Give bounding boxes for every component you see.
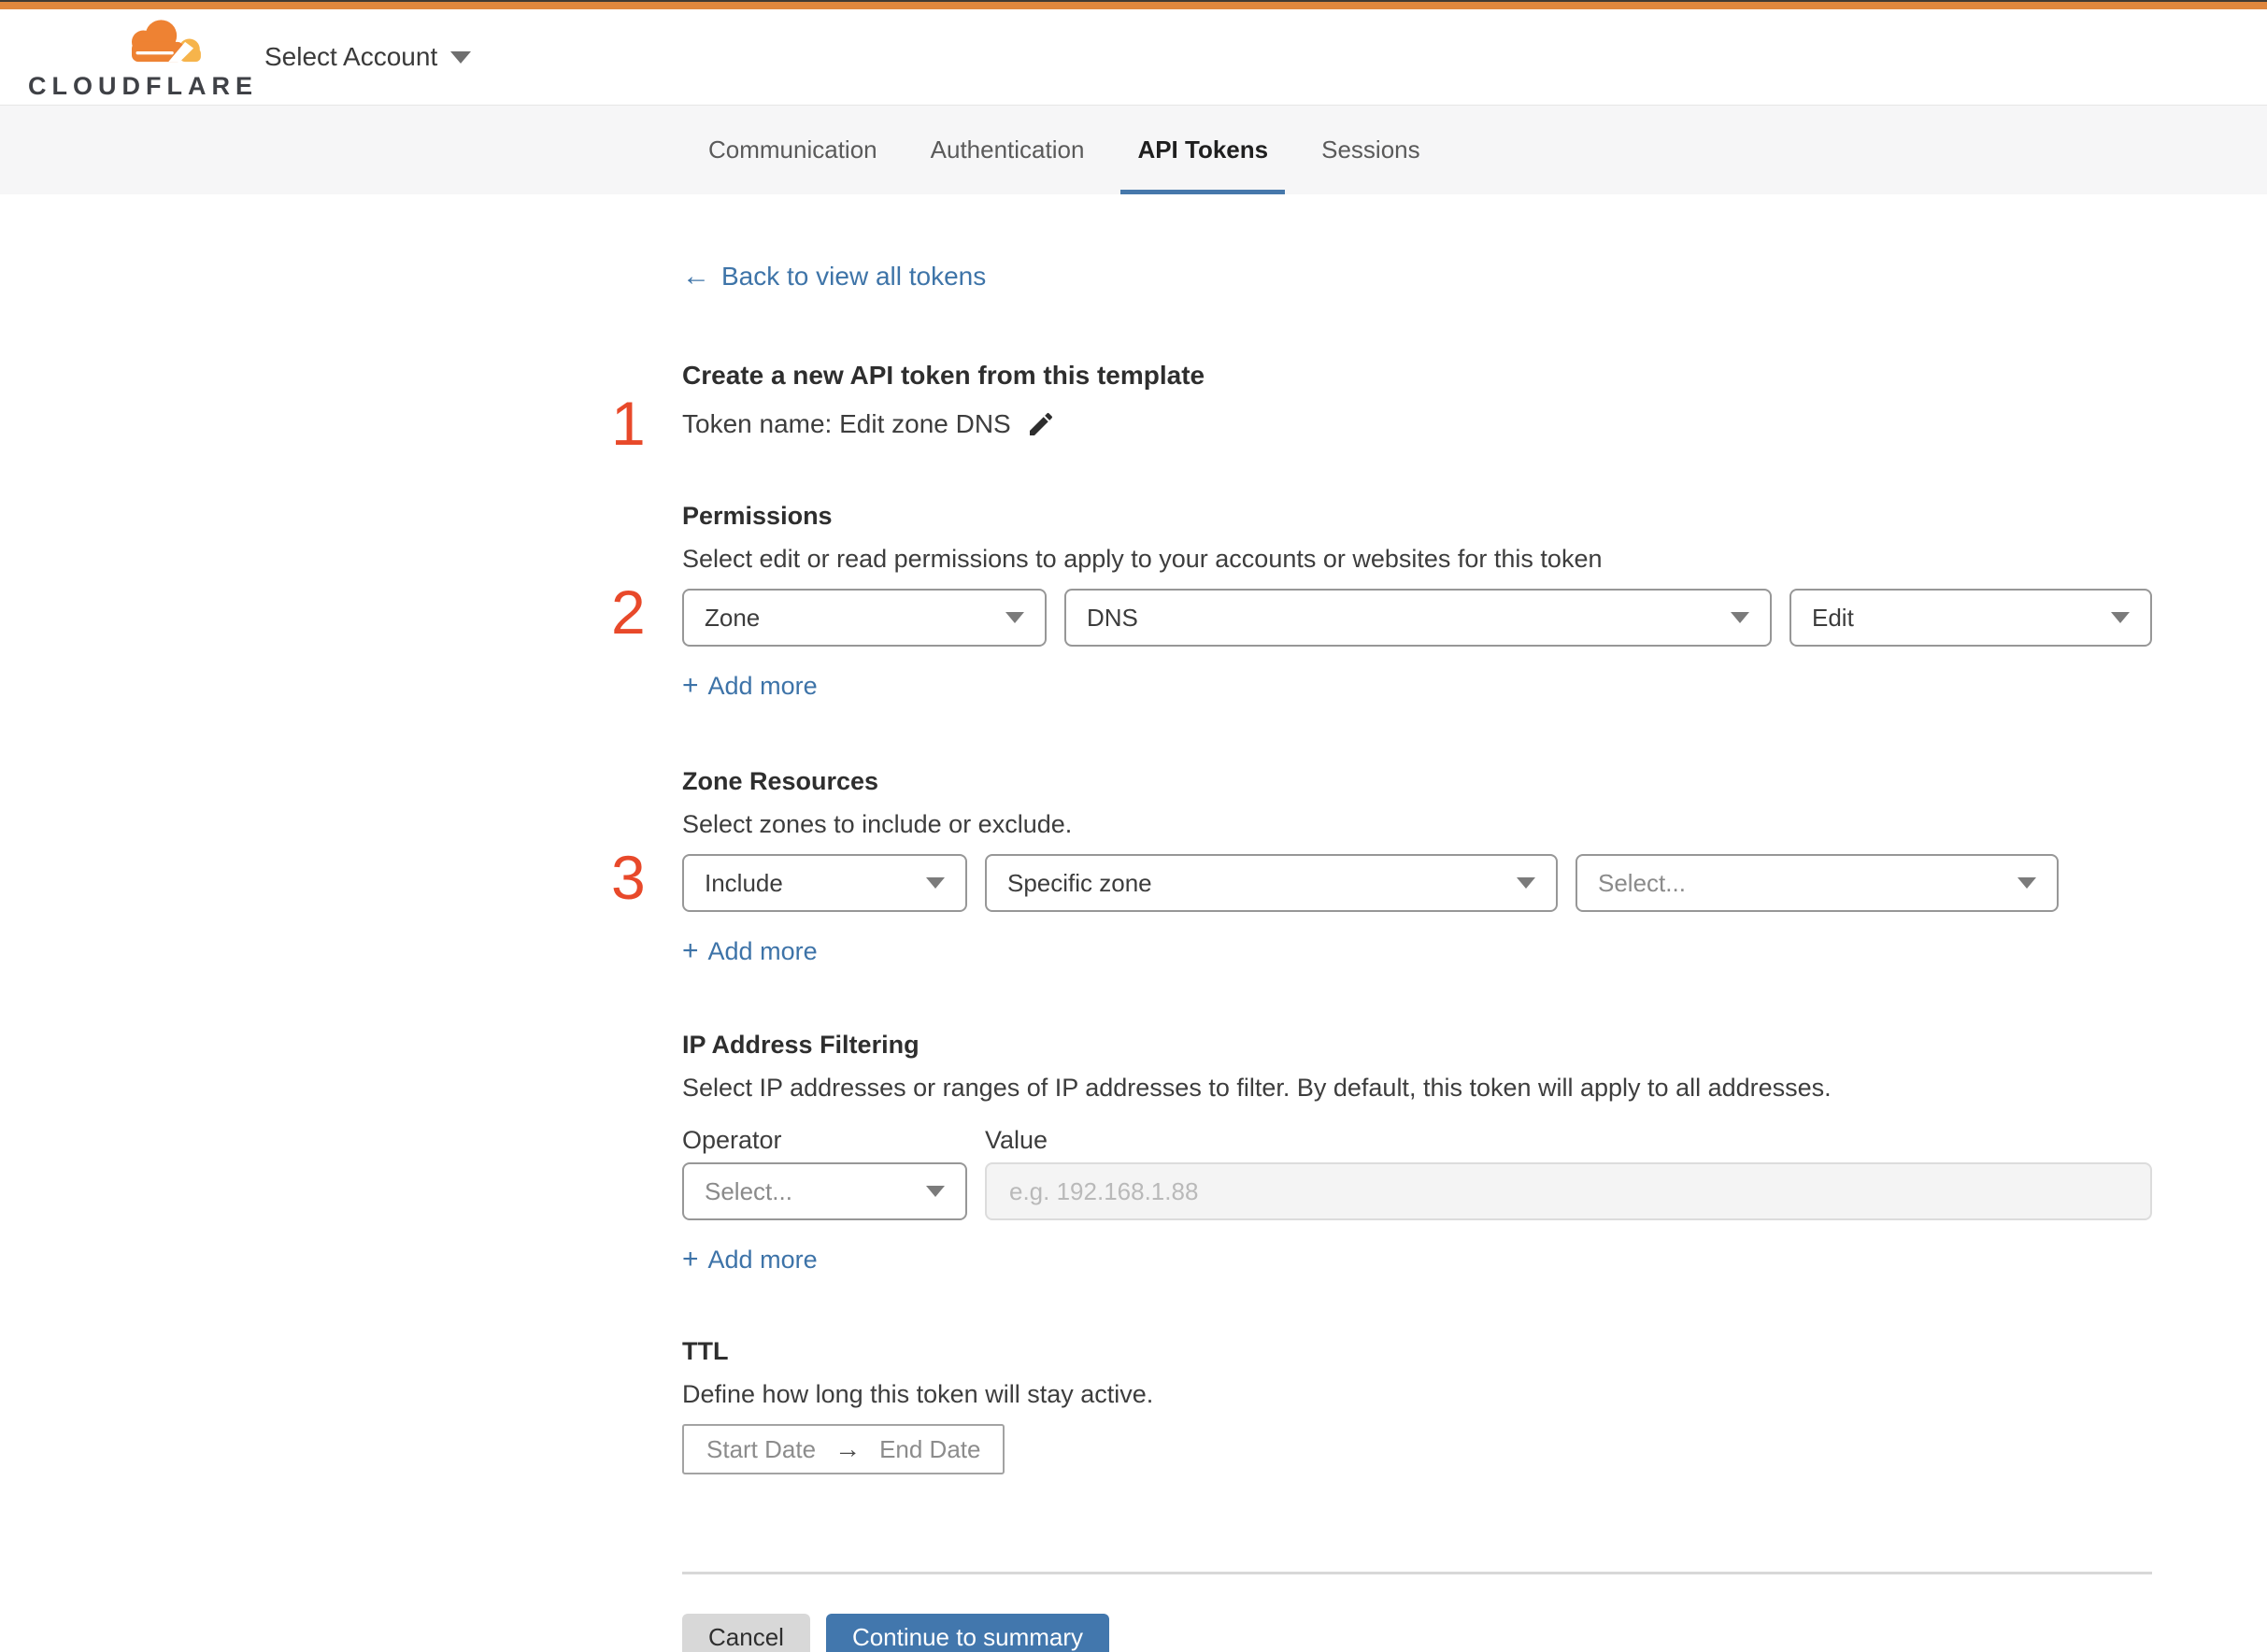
ip-filtering-labels: Operator Value bbox=[682, 1123, 2152, 1157]
cloudflare-cloud-icon bbox=[106, 17, 210, 74]
ttl-section: TTL Define how long this token will stay… bbox=[682, 1332, 2152, 1474]
app-header: CLOUDFLARE Select Account bbox=[0, 9, 2267, 106]
profile-tab-bar: Communication Authentication API Tokens … bbox=[0, 106, 2267, 194]
plus-icon: + bbox=[682, 935, 699, 966]
footer-actions: Cancel Continue to summary bbox=[682, 1614, 2152, 1652]
chevron-down-icon bbox=[1731, 612, 1749, 623]
chevron-down-icon bbox=[926, 1186, 945, 1197]
left-arrow-icon: ← bbox=[682, 261, 710, 292]
operator-label: Operator bbox=[682, 1126, 782, 1154]
permissions-heading: Permissions bbox=[682, 502, 833, 530]
ip-filtering-section: IP Address Filtering Select IP addresses… bbox=[682, 1026, 2152, 1278]
edit-token-name-button[interactable] bbox=[1026, 409, 1056, 439]
ttl-description: Define how long this token will stay act… bbox=[682, 1380, 1154, 1408]
token-name-text: Token name: Edit zone DNS bbox=[682, 409, 1011, 438]
chevron-down-icon bbox=[450, 50, 472, 64]
step-1-marker: 1 bbox=[611, 389, 646, 458]
permissions-row: 2 Zone DNS Edit bbox=[611, 581, 2152, 647]
tab-sessions[interactable]: Sessions bbox=[1321, 106, 1420, 194]
ip-filtering-row: Select... bbox=[682, 1162, 2152, 1220]
zone-resources-description: Select zones to include or exclude. bbox=[682, 810, 1073, 838]
ip-filtering-add-more-link[interactable]: + Add more bbox=[682, 1241, 818, 1278]
ip-value-input[interactable] bbox=[985, 1162, 2152, 1220]
token-name-row: 1 Token name: Edit zone DNS bbox=[611, 392, 2152, 454]
tab-api-tokens[interactable]: API Tokens bbox=[1120, 106, 1285, 194]
zone-picker-value: Select... bbox=[1598, 868, 1686, 897]
cloudflare-logo: CLOUDFLARE bbox=[28, 17, 252, 98]
add-more-label: Add more bbox=[707, 1246, 818, 1274]
ttl-date-range-picker[interactable]: Start Date → End Date bbox=[682, 1424, 1005, 1474]
step-2-marker: 2 bbox=[611, 577, 646, 647]
ttl-heading: TTL bbox=[682, 1337, 729, 1365]
zone-resources-add-more-link[interactable]: + Add more bbox=[682, 933, 818, 970]
footer-divider bbox=[682, 1572, 2152, 1574]
value-label: Value bbox=[985, 1126, 1048, 1154]
chevron-down-icon bbox=[2017, 877, 2036, 889]
chevron-down-icon bbox=[1005, 612, 1024, 623]
permission-group-value: DNS bbox=[1087, 603, 1138, 632]
zone-include-value: Include bbox=[705, 868, 783, 897]
permissions-section: Permissions Select edit or read permissi… bbox=[611, 497, 2152, 705]
account-selector-label: Select Account bbox=[264, 42, 438, 71]
add-more-label: Add more bbox=[707, 937, 818, 965]
plus-icon: + bbox=[682, 1244, 699, 1275]
tab-communication[interactable]: Communication bbox=[708, 106, 877, 194]
step-3-marker: 3 bbox=[611, 843, 646, 912]
zone-picker-select[interactable]: Select... bbox=[1575, 854, 2059, 912]
operator-select[interactable]: Select... bbox=[682, 1162, 967, 1220]
zone-type-select[interactable]: Specific zone bbox=[985, 854, 1558, 912]
back-to-tokens-link[interactable]: ← Back to view all tokens bbox=[682, 258, 986, 295]
main-content: ← Back to view all tokens Create a new A… bbox=[611, 194, 2152, 1652]
zone-include-select[interactable]: Include bbox=[682, 854, 967, 912]
ip-filtering-description: Select IP addresses or ranges of IP addr… bbox=[682, 1074, 1832, 1102]
ip-filtering-heading: IP Address Filtering bbox=[682, 1031, 920, 1059]
operator-value: Select... bbox=[705, 1176, 792, 1205]
continue-to-summary-button[interactable]: Continue to summary bbox=[825, 1614, 1110, 1652]
back-link-label: Back to view all tokens bbox=[721, 262, 987, 291]
account-selector[interactable]: Select Account bbox=[264, 42, 472, 72]
tab-authentication[interactable]: Authentication bbox=[931, 106, 1085, 194]
zone-type-value: Specific zone bbox=[1007, 868, 1152, 897]
permission-group-select[interactable]: DNS bbox=[1064, 589, 1772, 647]
orange-accent-bar bbox=[0, 2, 2267, 9]
permission-scope-select[interactable]: Zone bbox=[682, 589, 1047, 647]
permissions-add-more-link[interactable]: + Add more bbox=[682, 667, 818, 705]
add-more-label: Add more bbox=[707, 672, 818, 700]
chevron-down-icon bbox=[1517, 877, 1535, 889]
permission-scope-value: Zone bbox=[705, 603, 761, 632]
page-title: Create a new API token from this templat… bbox=[682, 361, 1205, 390]
cancel-button[interactable]: Cancel bbox=[682, 1614, 810, 1652]
right-arrow-icon: → bbox=[834, 1434, 862, 1463]
permission-level-value: Edit bbox=[1812, 603, 1854, 632]
zone-resources-section: Zone Resources Select zones to include o… bbox=[611, 762, 2152, 970]
end-date-placeholder: End Date bbox=[879, 1434, 981, 1463]
chevron-down-icon bbox=[2111, 612, 2130, 623]
permissions-description: Select edit or read permissions to apply… bbox=[682, 545, 1603, 573]
start-date-placeholder: Start Date bbox=[706, 1434, 817, 1463]
pencil-icon bbox=[1029, 412, 1052, 435]
plus-icon: + bbox=[682, 670, 699, 701]
zone-resources-heading: Zone Resources bbox=[682, 767, 879, 795]
zone-resources-row: 3 Include Specific zone Select... bbox=[611, 847, 2152, 912]
chevron-down-icon bbox=[926, 877, 945, 889]
brand-wordmark: CLOUDFLARE bbox=[28, 71, 258, 100]
permission-level-select[interactable]: Edit bbox=[1789, 589, 2152, 647]
